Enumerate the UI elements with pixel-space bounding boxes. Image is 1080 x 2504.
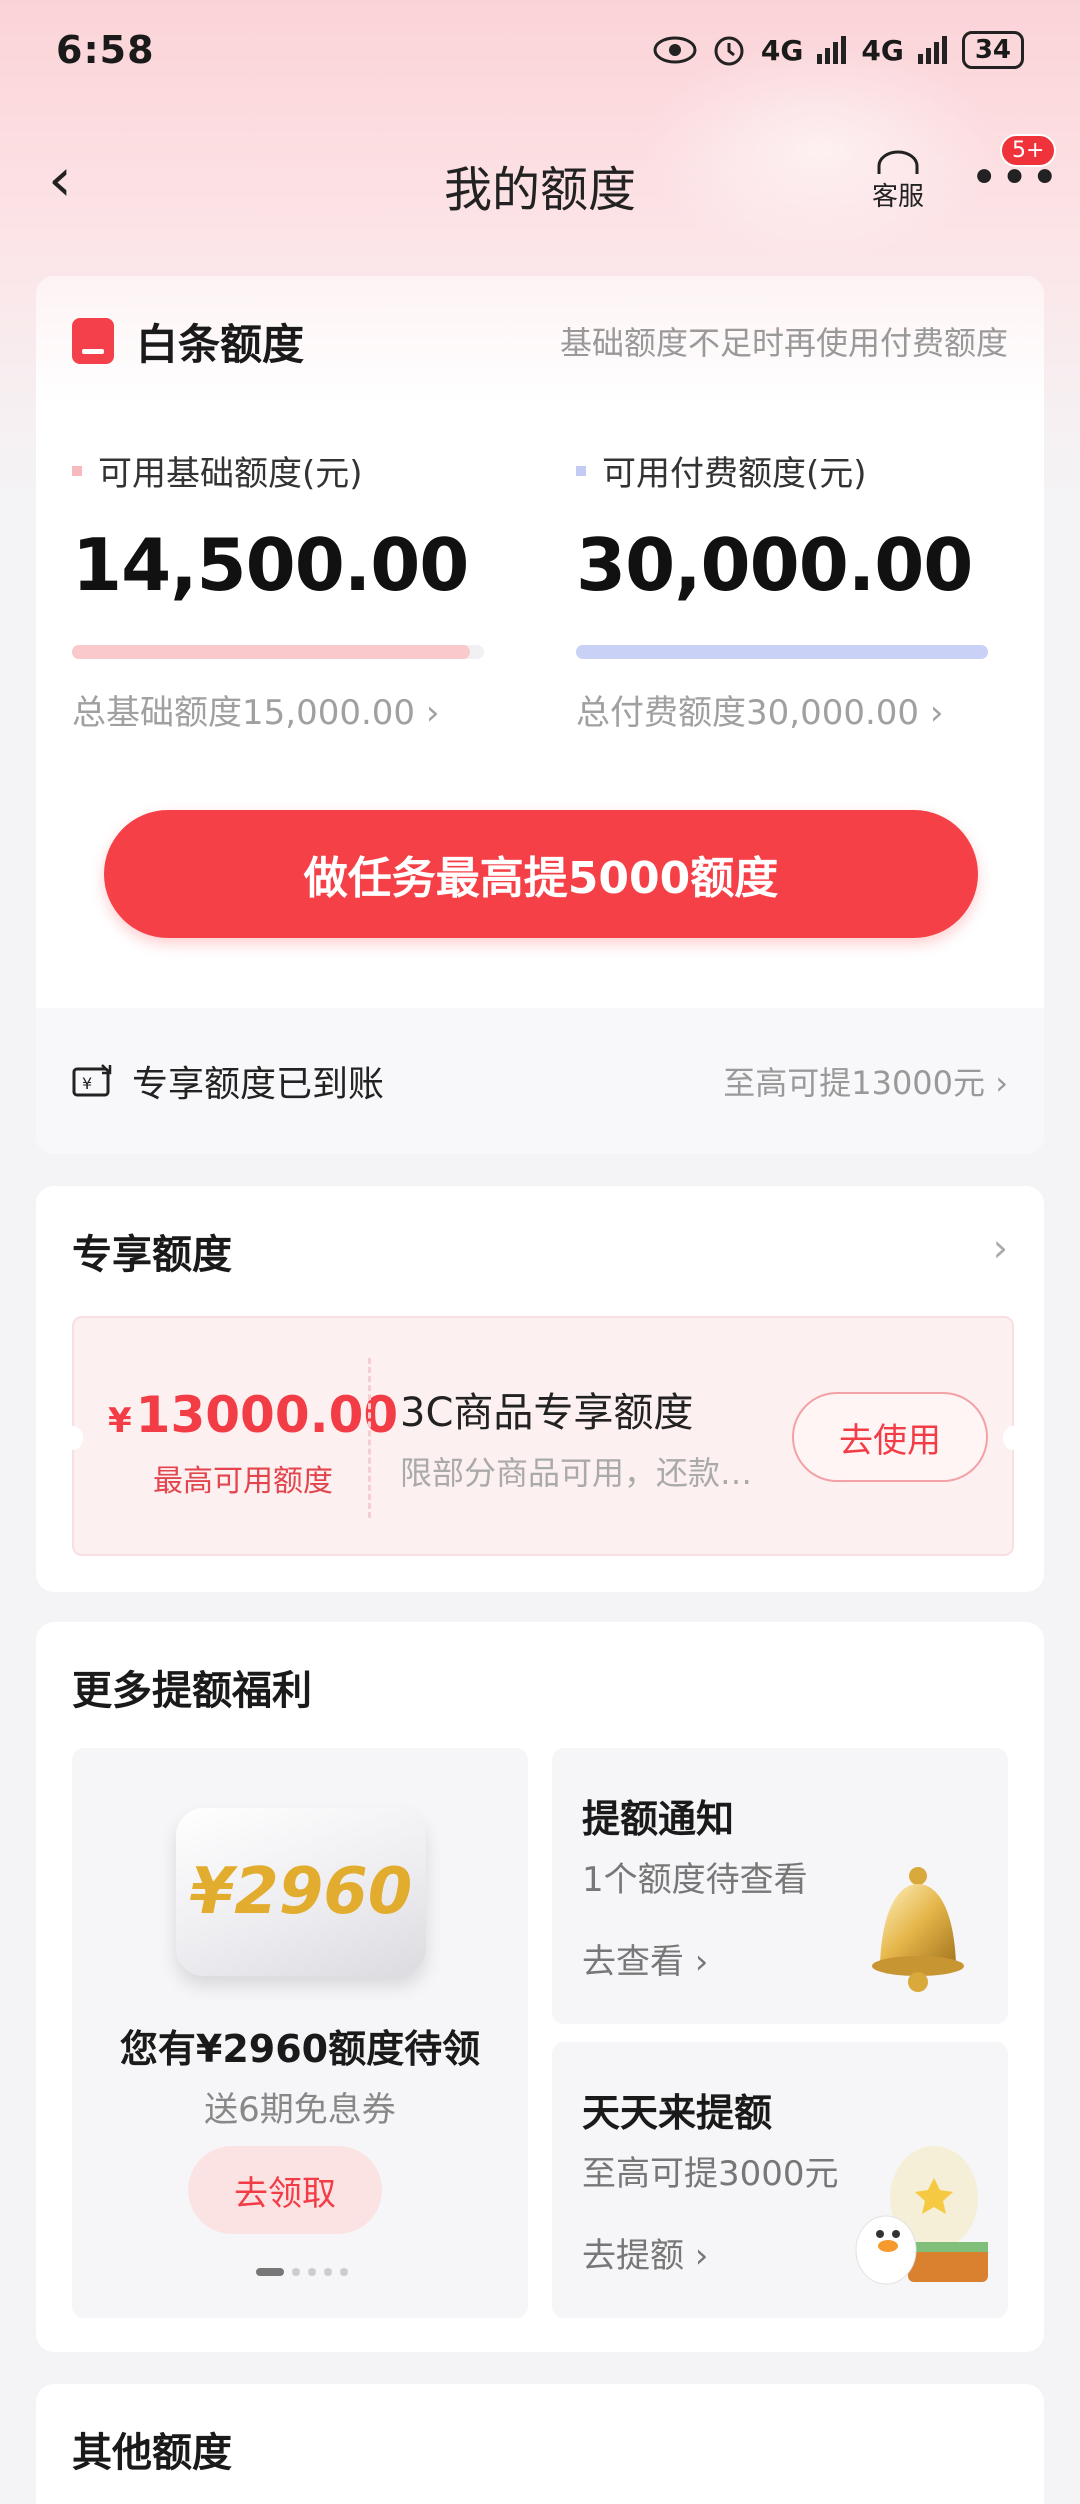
promo-image-text: ¥2960 bbox=[189, 1855, 413, 1929]
promo-title: 您有¥2960额度待领 bbox=[119, 2027, 481, 2071]
carousel-dot bbox=[256, 2268, 284, 2276]
exclusive-amount-symbol: ¥ bbox=[108, 1401, 132, 1441]
coupon-notch-right bbox=[1003, 1426, 1023, 1450]
exclusive-card: 专享额度 › ¥13000.00 最高可用额度 3C商品专享额度 限部分商品可用… bbox=[36, 1186, 1044, 1592]
view-link[interactable]: 去查看 › bbox=[582, 1934, 708, 1983]
baitiao-icon bbox=[72, 318, 114, 364]
nav-bar: ‹ 我的额度 客服 ••• 5+ bbox=[0, 130, 1080, 240]
exclusive-coupon[interactable]: ¥13000.00 最高可用额度 3C商品专享额度 限部分商品可用，还款… 去使… bbox=[63, 1316, 1023, 1556]
base-dot-icon bbox=[72, 465, 82, 476]
paid-quota-value: 30,000.00 bbox=[576, 523, 973, 607]
promo-subtitle: 送6期免息券 bbox=[204, 2090, 396, 2130]
customer-service-label: 客服 bbox=[872, 182, 925, 212]
carousel-dot bbox=[340, 2268, 348, 2276]
goose-mascot-icon bbox=[855, 2146, 988, 2285]
exclusive-arrived-row[interactable]: ¥ 专享额度已到账 至高可提13000元 › bbox=[36, 1008, 1044, 1154]
baitiao-note: 基础额度不足时再使用付费额度 bbox=[559, 324, 1008, 362]
paid-quota-label-row: 可用付费额度(元) bbox=[576, 446, 996, 495]
base-quota-total-text: 总基础额度15,000.00 bbox=[72, 693, 416, 733]
exclusive-arrived-left: ¥ 专享额度已到账 bbox=[72, 1055, 384, 1107]
quota-row: 可用基础额度(元) 14,500.00 总基础额度15,000.00 › 可用付… bbox=[36, 406, 1044, 746]
benefits-card: 更多提额福利 ¥2960 您有¥2960额度待领 送6期免息券 去领取 提额通知… bbox=[36, 1622, 1044, 2352]
view-link-text: 去查看 bbox=[582, 1942, 684, 1982]
boost-link[interactable]: 去提额 › bbox=[582, 2228, 708, 2277]
paid-quota[interactable]: 可用付费额度(元) 30,000.00 总付费额度30,000.00 › bbox=[576, 446, 996, 734]
promo-image: ¥2960 bbox=[176, 1808, 426, 1976]
baitiao-title: 白条额度 bbox=[136, 319, 305, 369]
page-title: 我的额度 bbox=[443, 162, 636, 218]
status-bar: 6:58 4G 4G 34 bbox=[0, 0, 1080, 100]
exclusive-section-title: 专享额度 bbox=[72, 1232, 232, 1278]
coupon-divider bbox=[368, 1358, 371, 1518]
claim-button[interactable]: 去领取 bbox=[188, 2146, 382, 2234]
chevron-right-icon[interactable]: › bbox=[993, 1226, 1008, 1270]
exclusive-arrived-max: 至高可提13000元 › bbox=[723, 1058, 1008, 1104]
paid-dot-icon bbox=[576, 465, 586, 476]
customer-service-button[interactable]: 客服 bbox=[872, 150, 924, 213]
boost-notice-card[interactable]: 提额通知 1个额度待查看 去查看 › bbox=[552, 1748, 1008, 2024]
boost-notice-subtitle: 1个额度待查看 bbox=[582, 1860, 808, 1900]
status-time: 6:58 bbox=[56, 28, 155, 72]
exclusive-amount-value: 13000.00 bbox=[135, 1386, 399, 1444]
task-boost-button[interactable]: 做任务最高提5000额度 bbox=[104, 810, 978, 938]
promo-carousel[interactable]: ¥2960 您有¥2960额度待领 送6期免息券 去领取 bbox=[72, 1748, 528, 2318]
base-quota-value: 14,500.00 bbox=[72, 523, 469, 607]
boost-notice-title: 提额通知 bbox=[582, 1797, 735, 1841]
daily-boost-title: 天天来提额 bbox=[582, 2091, 773, 2135]
base-quota-bar-fill bbox=[72, 645, 471, 659]
bell-icon bbox=[872, 1867, 964, 1992]
base-quota-bar bbox=[72, 645, 484, 659]
baitiao-brand: 白条额度 bbox=[72, 311, 304, 372]
notification-badge: 5+ bbox=[1000, 134, 1057, 167]
exclusive-product-desc: 限部分商品可用，还款… bbox=[400, 1454, 753, 1492]
benefits-section-title: 更多提额福利 bbox=[72, 1668, 312, 1714]
boost-link-text: 去提额 bbox=[582, 2236, 684, 2276]
exclusive-arrived-max-text: 至高可提13000元 bbox=[723, 1064, 986, 1102]
exclusive-amount-caption: 最高可用额度 bbox=[153, 1464, 333, 1499]
base-quota-total[interactable]: 总基础额度15,000.00 › bbox=[72, 685, 492, 734]
carousel-indicator bbox=[256, 2268, 348, 2276]
eye-icon bbox=[653, 36, 697, 64]
other-quota-card[interactable]: 其他额度 bbox=[36, 2384, 1044, 2504]
carousel-dot bbox=[324, 2268, 332, 2276]
carousel-dot bbox=[308, 2268, 316, 2276]
carousel-dot bbox=[292, 2268, 300, 2276]
exclusive-arrived-text: 专享额度已到账 bbox=[132, 1064, 385, 1105]
headset-icon bbox=[877, 150, 919, 174]
signal-icon-2 bbox=[917, 36, 947, 64]
use-button[interactable]: 去使用 bbox=[792, 1392, 988, 1482]
paid-quota-total-text: 总付费额度30,000.00 bbox=[576, 693, 920, 733]
exclusive-amount: ¥13000.00 bbox=[108, 1386, 398, 1444]
paid-quota-bar bbox=[576, 645, 988, 659]
chevron-right-icon: › bbox=[684, 1942, 709, 1982]
baitiao-header: 白条额度 基础额度不足时再使用付费额度 bbox=[36, 276, 1044, 406]
paid-quota-total[interactable]: 总付费额度30,000.00 › bbox=[576, 685, 996, 734]
base-quota-label-row: 可用基础额度(元) bbox=[72, 446, 492, 495]
chevron-right-icon: › bbox=[985, 1064, 1008, 1102]
base-quota[interactable]: 可用基础额度(元) 14,500.00 总基础额度15,000.00 › bbox=[72, 446, 492, 734]
status-icons: 4G 4G 34 bbox=[653, 31, 1024, 69]
daily-boost-card[interactable]: 天天来提额 至高可提3000元 去提额 › bbox=[552, 2042, 1008, 2318]
svg-text:¥: ¥ bbox=[82, 1074, 92, 1093]
alarm-icon bbox=[714, 36, 744, 66]
signal-icon bbox=[817, 36, 847, 64]
chevron-right-icon: › bbox=[919, 693, 944, 733]
base-quota-label: 可用基础额度(元) bbox=[98, 454, 363, 494]
chevron-right-icon: › bbox=[684, 2236, 709, 2276]
exclusive-product-title: 3C商品专享额度 bbox=[400, 1390, 694, 1436]
daily-boost-subtitle: 至高可提3000元 bbox=[582, 2154, 839, 2194]
signal-label-2: 4G bbox=[861, 33, 904, 67]
signal-label-1: 4G bbox=[760, 33, 804, 67]
chevron-right-icon: › bbox=[415, 693, 440, 733]
coupon-notch-left bbox=[63, 1426, 83, 1450]
other-quota-title: 其他额度 bbox=[72, 2430, 232, 2476]
back-icon[interactable]: ‹ bbox=[48, 150, 72, 210]
paid-quota-label: 可用付费额度(元) bbox=[602, 454, 867, 494]
paid-quota-bar-fill bbox=[576, 645, 988, 659]
baitiao-card: 白条额度 基础额度不足时再使用付费额度 可用基础额度(元) 14,500.00 … bbox=[36, 276, 1044, 1154]
wallet-yen-icon: ¥ bbox=[72, 1064, 112, 1097]
battery-icon: 34 bbox=[961, 31, 1024, 69]
